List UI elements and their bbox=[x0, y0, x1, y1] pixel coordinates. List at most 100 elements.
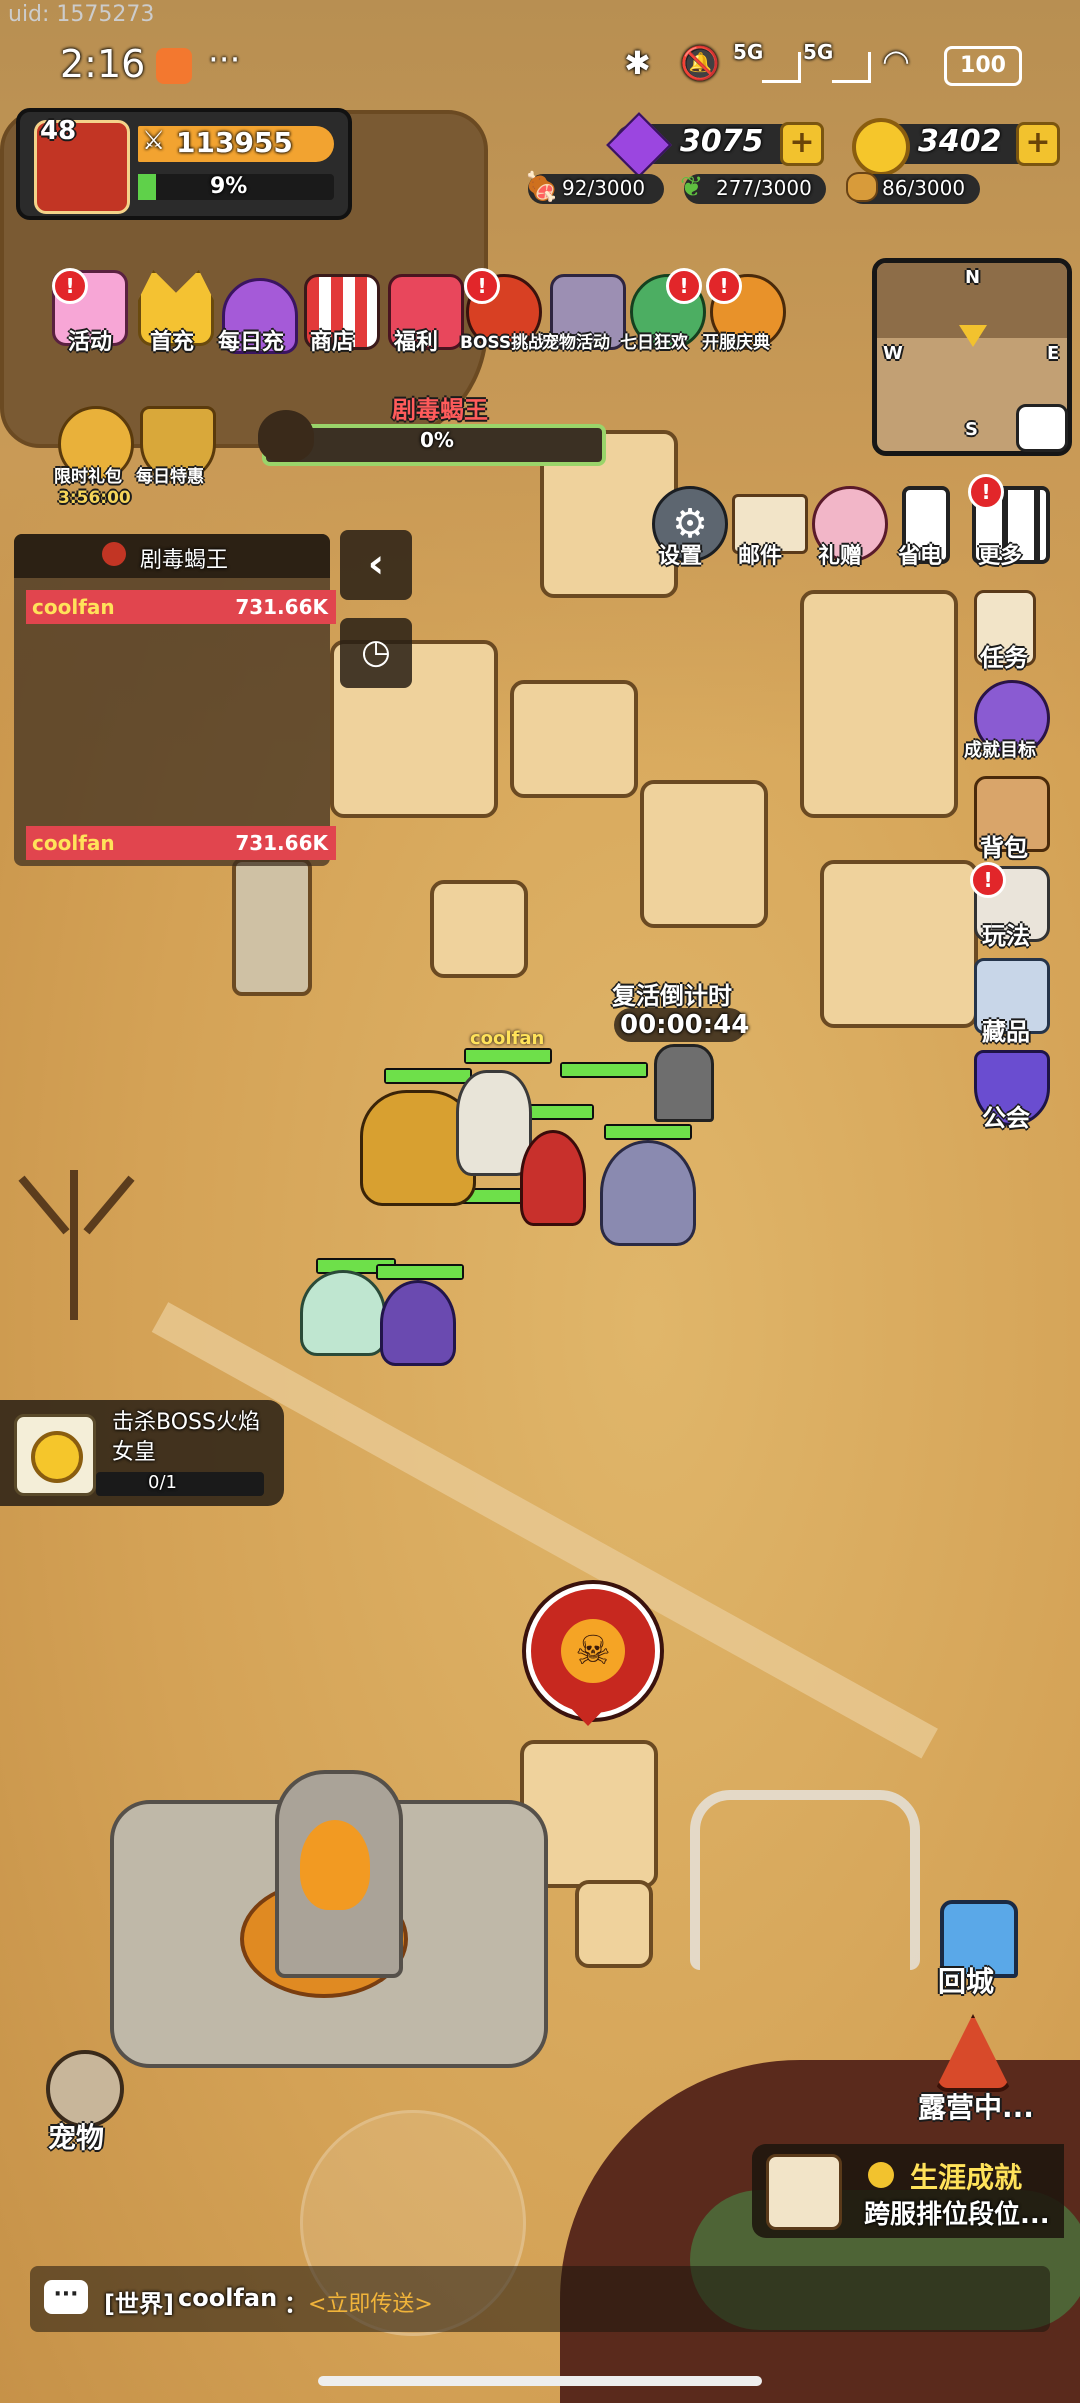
gem-value: 3075 bbox=[680, 124, 764, 159]
home-indicator[interactable] bbox=[318, 2376, 762, 2386]
menu-pet-event[interactable]: 宠物活动 bbox=[542, 270, 626, 353]
menu-first-recharge[interactable]: 首充 bbox=[138, 270, 214, 355]
hp-bar bbox=[376, 1264, 464, 1280]
menu-launch-celebration[interactable]: ! 开服庆典 bbox=[702, 268, 786, 353]
menu-daily-recharge[interactable]: 每日充 bbox=[218, 270, 298, 355]
chat-icon[interactable]: ··· bbox=[44, 2280, 88, 2314]
menu-label: 玩法 bbox=[982, 922, 1030, 950]
gifting-button[interactable]: 礼赠 bbox=[808, 486, 888, 570]
mail-button[interactable]: 邮件 bbox=[728, 486, 808, 570]
menu-welfare[interactable]: 福利 bbox=[384, 270, 464, 355]
hero-druid[interactable] bbox=[380, 1280, 456, 1366]
meat-icon: 🍖 bbox=[524, 170, 559, 203]
guild-button[interactable]: 公会 bbox=[970, 1050, 1050, 1140]
ore-value: 86/3000 bbox=[882, 176, 966, 200]
compass-s: S bbox=[965, 419, 978, 440]
tent-icon bbox=[934, 2014, 1012, 2092]
alert-badge: ! bbox=[970, 862, 1006, 898]
menu-label: 礼赠 bbox=[818, 544, 863, 569]
hp-bar bbox=[560, 1062, 648, 1078]
backpack-button[interactable]: 背包 bbox=[970, 776, 1050, 866]
pet-button[interactable]: 宠物 bbox=[36, 2050, 136, 2160]
panel-title: 剧毒蝎王 bbox=[140, 548, 229, 573]
teleport-link[interactable]: <立即传送> bbox=[308, 2286, 433, 2318]
menu-label: 更多 bbox=[978, 544, 1023, 569]
achievements-button[interactable]: 成就目标 bbox=[964, 680, 1050, 770]
leaf-icon: ❦ bbox=[680, 170, 704, 203]
rock-pillar bbox=[510, 680, 638, 798]
damage-row: coolfan 731.66K bbox=[26, 590, 336, 624]
chat-bar[interactable]: ··· [世界] coolfan ： <立即传送> bbox=[30, 2266, 1050, 2332]
hp-bar bbox=[464, 1048, 552, 1064]
menu-label: 宠物活动 bbox=[542, 333, 610, 353]
return-city-button[interactable]: 回城 bbox=[926, 1900, 1026, 2000]
menu-label: 商店 bbox=[310, 330, 355, 355]
party-leader-name: coolfan bbox=[470, 1028, 545, 1049]
player-name: coolfan bbox=[32, 831, 115, 855]
menu-label: 每日特惠 bbox=[136, 467, 204, 487]
limited-gift-pack[interactable]: 限时礼包 3:56:00 bbox=[54, 406, 134, 508]
menu-label: BOSS挑战 bbox=[460, 333, 546, 353]
hero-archer[interactable] bbox=[520, 1130, 586, 1226]
alert-badge: ! bbox=[52, 268, 88, 304]
quest-tracker[interactable]: 击杀BOSS火焰女皇 0/1 bbox=[0, 1400, 284, 1506]
collection-button[interactable]: 藏品 bbox=[970, 958, 1050, 1048]
player-level: 48 bbox=[40, 116, 77, 146]
more-button[interactable]: ! 更多 bbox=[968, 474, 1050, 570]
marker-pointer bbox=[563, 1700, 613, 1726]
compass-e: E bbox=[1047, 343, 1060, 364]
gameplay-button[interactable]: ! 玩法 bbox=[970, 862, 1050, 956]
rock-pillar bbox=[430, 880, 528, 978]
menu-label: 限时礼包 bbox=[54, 467, 122, 487]
buy-gold-button[interactable]: + bbox=[1016, 122, 1060, 166]
menu-event[interactable]: ! 活动 bbox=[52, 268, 128, 355]
scorpion-icon bbox=[258, 410, 314, 462]
boss-marker[interactable]: ☠ bbox=[526, 1584, 660, 1718]
meat-value: 92/3000 bbox=[562, 176, 646, 200]
compass-n: N bbox=[965, 267, 981, 288]
menu-label: 成就目标 bbox=[964, 740, 1036, 761]
mute-icon: 🔕 bbox=[680, 44, 720, 82]
bluetooth-icon: ✱ bbox=[624, 44, 651, 82]
career-achievement-banner[interactable]: 生涯成就 跨服排位段位... bbox=[752, 2144, 1064, 2238]
quest-text: 击杀BOSS火焰女皇 bbox=[112, 1410, 260, 1465]
gold-coin-icon bbox=[852, 118, 910, 176]
power-value: 113955 bbox=[176, 126, 293, 159]
boss-hp-percent: 0% bbox=[420, 428, 454, 452]
camping-button[interactable]: 露营中... bbox=[910, 2014, 1040, 2124]
history-icon[interactable]: ◷ bbox=[340, 618, 412, 688]
damage-value: 731.66K bbox=[235, 595, 328, 619]
hero-priest[interactable] bbox=[456, 1070, 532, 1176]
tasks-button[interactable]: 任务 bbox=[970, 590, 1050, 680]
quest-reward-slot bbox=[14, 1414, 96, 1496]
menu-shop[interactable]: 商店 bbox=[300, 270, 380, 355]
quest-progress-bar bbox=[96, 1472, 264, 1496]
menu-label: 开服庆典 bbox=[702, 333, 770, 353]
revive-countdown: 00:00:44 bbox=[620, 1010, 750, 1040]
menu-label: 每日充 bbox=[218, 330, 285, 355]
leaf-value: 277/3000 bbox=[716, 176, 812, 200]
hero-elf[interactable] bbox=[300, 1270, 386, 1356]
buy-gems-button[interactable]: + bbox=[780, 122, 824, 166]
hero-mage[interactable] bbox=[600, 1140, 696, 1246]
hp-bar bbox=[604, 1124, 692, 1140]
power-saving-button[interactable]: 省电 bbox=[888, 486, 960, 570]
menu-label: 设置 bbox=[658, 544, 703, 569]
menu-seven-day[interactable]: ! 七日狂欢 bbox=[620, 268, 706, 353]
collapse-panel-button[interactable]: ‹ bbox=[340, 530, 412, 600]
player-card[interactable]: 48 ⚔ 113955 9% bbox=[16, 108, 352, 220]
damage-value: 731.66K bbox=[235, 831, 328, 855]
battery-indicator: 100 bbox=[944, 46, 1022, 86]
camera-icon[interactable] bbox=[1016, 404, 1068, 452]
daily-special[interactable]: 每日特惠 bbox=[136, 406, 216, 487]
menu-label: 福利 bbox=[394, 330, 439, 355]
damage-ranking-panel: 剧毒蝎王 coolfan 731.66K coolfan 731.66K bbox=[14, 534, 336, 866]
network-label-2: 5G bbox=[803, 40, 834, 64]
player-position-icon bbox=[959, 325, 987, 347]
alert-badge: ! bbox=[666, 268, 702, 304]
player-name: coolfan bbox=[32, 595, 115, 619]
settings-button[interactable]: ⚙ 设置 bbox=[648, 486, 728, 570]
menu-boss-challenge[interactable]: ! BOSS挑战 bbox=[460, 268, 545, 353]
totem-stone bbox=[232, 858, 312, 996]
wifi-icon: ◠ bbox=[882, 42, 910, 80]
